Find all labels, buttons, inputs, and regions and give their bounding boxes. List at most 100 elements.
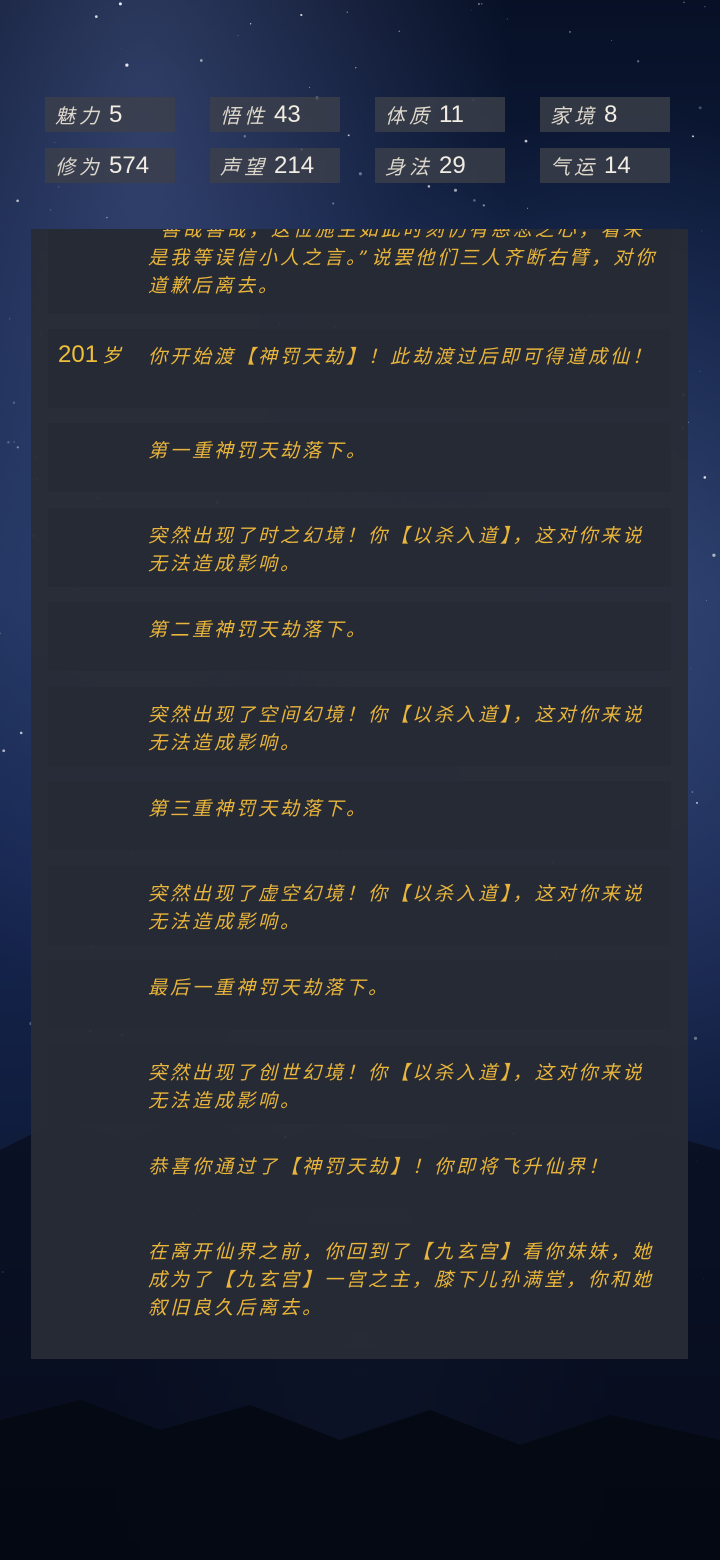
star — [703, 476, 707, 479]
log-entry: 最后一重神罚天劫落下。 — [48, 960, 671, 1029]
stat-luck: 气运 14 — [540, 148, 670, 183]
star — [58, 186, 60, 188]
log-age — [58, 972, 62, 1000]
star — [249, 23, 252, 25]
stat-label: 声望 — [220, 155, 268, 179]
star — [690, 668, 692, 670]
log-entry: 突然出现了虚空幻境！你【以杀入道】，这对你来说无法造成影响。 — [48, 866, 671, 945]
log-age: 201 岁 — [58, 341, 122, 368]
stat-agility: 身法 29 — [375, 148, 505, 183]
star — [693, 1036, 698, 1040]
stat-cultivation: 修为 574 — [45, 148, 175, 183]
log-age — [58, 1151, 62, 1179]
star — [696, 1160, 698, 1163]
star — [12, 401, 16, 404]
log-text: 突然出现了虚空幻境！你【以杀入道】，这对你来说无法造成影响。 — [148, 883, 645, 933]
log-text: 突然出现了创世幻境！你【以杀入道】，这对你来说无法造成影响。 — [148, 1062, 645, 1112]
log-text: 突然出现了时之幻境！你【以杀入道】，这对你来说无法造成影响。 — [148, 525, 645, 575]
star — [445, 184, 447, 186]
star — [701, 230, 703, 232]
log-text: 第一重神罚天劫落下。 — [148, 440, 369, 462]
star — [569, 30, 571, 33]
stat-label: 体质 — [385, 104, 433, 128]
stat-value: 214 — [274, 151, 315, 179]
log-entry: 突然出现了创世幻境！你【以杀入道】，这对你来说无法造成影响。 — [48, 1045, 671, 1124]
star — [237, 35, 239, 37]
star — [9, 318, 11, 320]
stat-value: 43 — [274, 100, 301, 128]
star — [427, 185, 431, 188]
log-text: 突然出现了空间幻境！你【以杀入道】，这对你来说无法造成影响。 — [148, 704, 645, 754]
stat-label: 魅力 — [55, 104, 103, 128]
stat-value: 11 — [439, 100, 464, 128]
star — [16, 199, 19, 203]
star — [482, 204, 485, 207]
star — [453, 188, 458, 192]
log-entry: 恭喜你通过了【神罚天劫】！你即将飞升仙界！ — [48, 1139, 671, 1208]
log-text: “善哉善哉，这位施主如此时刻仍有慈悲之心，看来是我等误信小人之言。”说罢他们三人… — [148, 229, 658, 297]
star — [692, 135, 694, 138]
star — [106, 216, 108, 219]
star — [1, 1270, 4, 1274]
star — [13, 441, 15, 443]
stat-value: 8 — [604, 100, 618, 128]
log-age — [58, 878, 62, 906]
stat-value: 29 — [439, 151, 466, 179]
star — [0, 632, 2, 635]
stat-charm: 魅力 5 — [45, 97, 175, 132]
log-entry: 201 岁 你开始渡【神罚天劫】！此劫渡过后即可得道成仙！ — [48, 329, 671, 408]
log-text: 第二重神罚天劫落下。 — [148, 619, 369, 641]
star — [527, 207, 529, 209]
star — [332, 202, 335, 205]
log-entry: 第二重神罚天劫落下。 — [48, 602, 671, 671]
star — [704, 6, 706, 8]
log-age — [58, 520, 62, 548]
star — [691, 791, 694, 793]
star — [481, 3, 483, 5]
star — [683, 1, 685, 4]
log-text: 在离开仙界之前，你回到了【九玄宫】看你妹妹，她成为了【九玄宫】一宫之主，膝下儿孙… — [148, 1241, 655, 1319]
stat-label: 悟性 — [220, 104, 268, 128]
log-entry: 在离开仙界之前，你回到了【九玄宫】看你妹妹，她成为了【九玄宫】一宫之主，膝下儿孙… — [48, 1224, 671, 1331]
stat-comprehension: 悟性 43 — [210, 97, 340, 132]
star — [346, 11, 348, 13]
star — [300, 13, 303, 17]
stat-reputation: 声望 214 — [210, 148, 340, 183]
star — [355, 67, 357, 69]
star — [19, 731, 23, 735]
star — [696, 801, 698, 804]
life-log-panel[interactable]: “善哉善哉，这位施主如此时刻仍有慈悲之心，看来是我等误信小人之言。”说罢他们三人… — [31, 229, 688, 1359]
stat-value: 14 — [604, 151, 631, 179]
log-entry: 突然出现了空间幻境！你【以杀入道】，这对你来说无法造成影响。 — [48, 687, 671, 766]
star — [636, 60, 640, 63]
star — [398, 30, 401, 33]
star — [309, 86, 311, 88]
log-text: 恭喜你通过了【神罚天劫】！你即将飞升仙界！ — [148, 1156, 611, 1178]
log-entry: 第一重神罚天劫落下。 — [48, 423, 671, 492]
log-text: 你开始渡【神罚天劫】！此劫渡过后即可得道成仙！ — [148, 346, 655, 368]
star — [712, 553, 716, 557]
log-age — [58, 699, 62, 727]
stat-label: 修为 — [55, 155, 103, 179]
star — [477, 3, 480, 5]
log-entry: 第三重神罚天劫落下。 — [48, 781, 671, 850]
star — [611, 40, 613, 41]
star — [698, 106, 702, 110]
star — [473, 199, 476, 202]
log-age — [58, 1236, 62, 1264]
attribute-stats: 魅力 5 悟性 43 体质 11 家境 8 修为 574 声望 214 身法 2… — [45, 97, 675, 183]
stat-label: 家境 — [550, 104, 598, 128]
log-text: 第三重神罚天劫落下。 — [148, 798, 369, 820]
log-entry: “善哉善哉，这位施主如此时刻仍有慈悲之心，看来是我等误信小人之言。”说罢他们三人… — [48, 229, 671, 314]
star — [125, 63, 129, 67]
star — [699, 370, 701, 372]
star — [118, 2, 122, 6]
stat-label: 身法 — [385, 155, 433, 179]
star — [120, 48, 122, 50]
log-age — [58, 1057, 62, 1085]
star — [2, 749, 6, 753]
stat-family: 家境 8 — [540, 97, 670, 132]
log-age — [58, 614, 62, 642]
star — [702, 1278, 705, 1280]
stat-value: 5 — [109, 100, 123, 128]
